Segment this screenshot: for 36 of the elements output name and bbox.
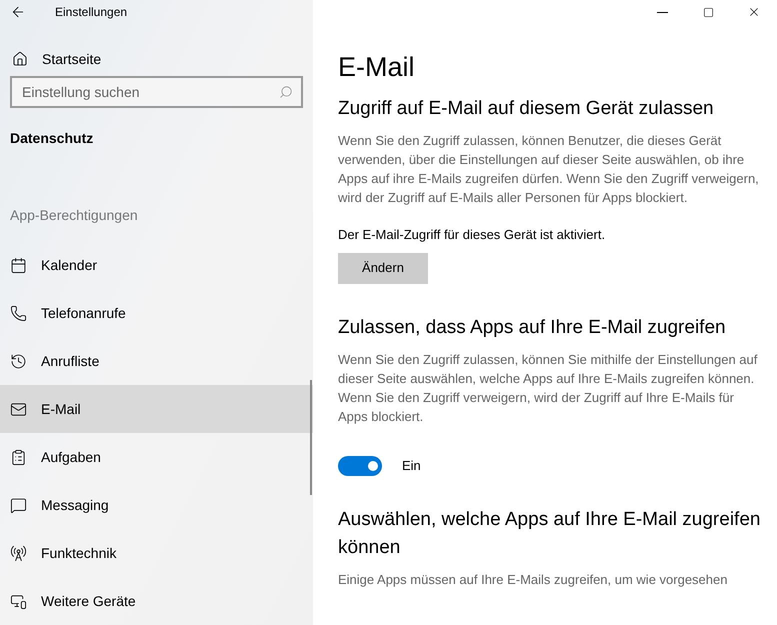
speech-bubble-icon: [10, 496, 27, 514]
section-title: Zulassen, dass Apps auf Ihre E-Mail zugreifen: [338, 316, 727, 340]
category-heading: Datenschutz: [9, 129, 94, 148]
history-icon: [10, 352, 27, 370]
toggle-label: Ein: [402, 456, 421, 475]
section-title: Auswählen, welche Apps auf Ihre E-Mail zugreifen können: [338, 508, 762, 560]
search-icon: [279, 85, 293, 99]
toggle-switch[interactable]: [338, 456, 382, 476]
sidebar-item[interactable]: Anrufliste: [0, 337, 313, 385]
sidebar-item[interactable]: Messaging: [0, 481, 313, 529]
window-title: Einstellungen: [55, 4, 128, 21]
phone-icon: [10, 304, 27, 322]
sidebar-item[interactable]: E-Mail: [0, 385, 313, 433]
change-button[interactable]: Ändern: [338, 252, 428, 284]
description: Wenn Sie den Zugriff zulassen, können Sie mithilfe der Einstellungen auf dieser Seite auswählen, welche Apps auf Ihre E-Mails zugreifen können. Wenn Sie den Zugriff verweigern, wird der Zugriff auf Ihre E-Mails für Apps blockiert.: [338, 350, 758, 426]
section-title: Zugriff auf E-Mail auf diesem Gerät zulassen: [338, 97, 715, 121]
description: Wenn Sie den Zugriff zulassen, können Benutzer, die dieses Gerät verwenden, über die Einstellungen auf dieser Seite auswählen, ob ihre Apps auf ihre E-Mails zugreifen dürfen. Wenn Sie den Zugriff verweigern, wird der Zugriff auf E-Mails aller Personen für Apps blockiert.: [338, 132, 760, 207]
sidebar-item[interactable]: Aufgaben: [0, 433, 313, 481]
section-heading: App-Berechtigungen: [9, 206, 139, 225]
envelope-icon: [10, 400, 27, 418]
calendar-icon: [10, 256, 27, 274]
back-icon: [10, 4, 26, 20]
home-icon: [12, 51, 28, 67]
antenna-icon: [10, 544, 27, 562]
maximize-icon: [702, 6, 714, 18]
devices-icon: [10, 592, 27, 610]
sidebar-item[interactable]: Telefonanrufe: [0, 289, 313, 337]
page-title: E-Mail: [338, 51, 416, 84]
clipboard-icon: [10, 448, 27, 466]
sidebar-item[interactable]: Kalender: [0, 241, 313, 289]
sidebar-item[interactable]: Weitere Geräte: [0, 577, 313, 625]
home-link[interactable]: Startseite: [0, 44, 313, 74]
status-text: Der E-Mail-Zugriff für dieses Gerät ist aktiviert.: [338, 226, 606, 244]
sidebar-item[interactable]: Funktechnik: [0, 529, 313, 577]
description: Einige Apps müssen auf Ihre E-Mails zugreifen, um wie vorgesehen: [338, 570, 728, 588]
search-field[interactable]: Einstellung suchen: [10, 76, 303, 108]
